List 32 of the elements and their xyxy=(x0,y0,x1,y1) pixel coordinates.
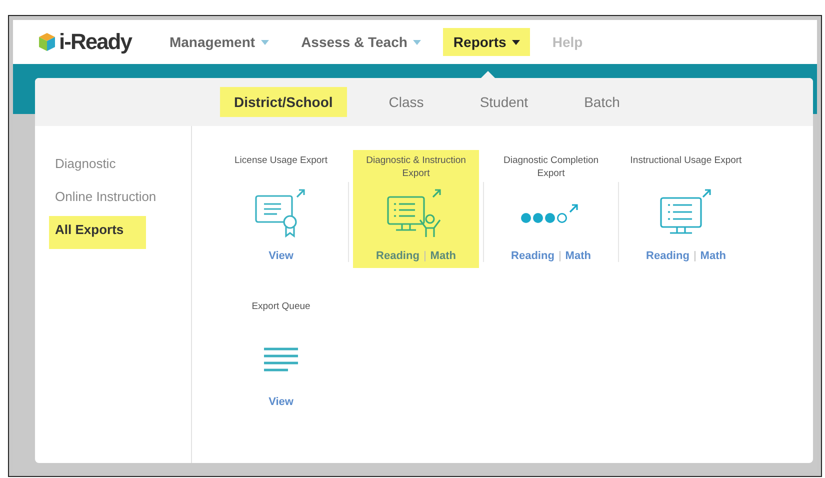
link-separator: | xyxy=(558,250,562,262)
caret-icon xyxy=(512,40,520,44)
link-separator: | xyxy=(693,250,696,262)
export-link[interactable]: Reading xyxy=(511,250,554,262)
export-link[interactable]: Math xyxy=(565,250,591,262)
export-link[interactable]: Reading xyxy=(376,250,420,262)
tab[interactable]: Student xyxy=(466,87,542,117)
cube-logo-icon xyxy=(38,32,56,52)
link-separator: | xyxy=(423,250,426,262)
export-link[interactable]: Math xyxy=(430,250,456,262)
sidebar-item[interactable]: All Exports xyxy=(49,216,146,249)
nav-menu-item[interactable]: Management xyxy=(159,28,280,56)
tab[interactable]: District/School xyxy=(220,87,347,117)
tab[interactable]: Class xyxy=(374,87,438,117)
caret-icon xyxy=(413,40,422,44)
export-link[interactable]: Reading xyxy=(646,250,690,262)
export-title: Diagnostic & Instruction Export xyxy=(365,154,467,180)
export-title: License Usage Export xyxy=(234,154,328,168)
export-title: Export Queue xyxy=(250,300,312,314)
sidebar-item[interactable]: Online Instruction xyxy=(49,183,162,210)
caret-icon xyxy=(261,40,270,44)
export-link[interactable]: View xyxy=(268,250,294,262)
export-title: Diagnostic Completion Export xyxy=(502,154,600,180)
tab[interactable]: Batch xyxy=(570,87,634,117)
export-link[interactable]: Math xyxy=(700,250,726,262)
list-lines-icon xyxy=(263,346,299,372)
logo-text: i-Ready xyxy=(59,29,132,55)
sidebar-item[interactable]: Diagnostic xyxy=(49,150,122,177)
export-link[interactable]: View xyxy=(268,396,294,408)
export-title: Instructional Usage Export xyxy=(629,154,743,168)
nav-menu-item[interactable]: Reports xyxy=(443,28,530,56)
nav-menu-item[interactable]: Assess & Teach xyxy=(291,28,432,56)
